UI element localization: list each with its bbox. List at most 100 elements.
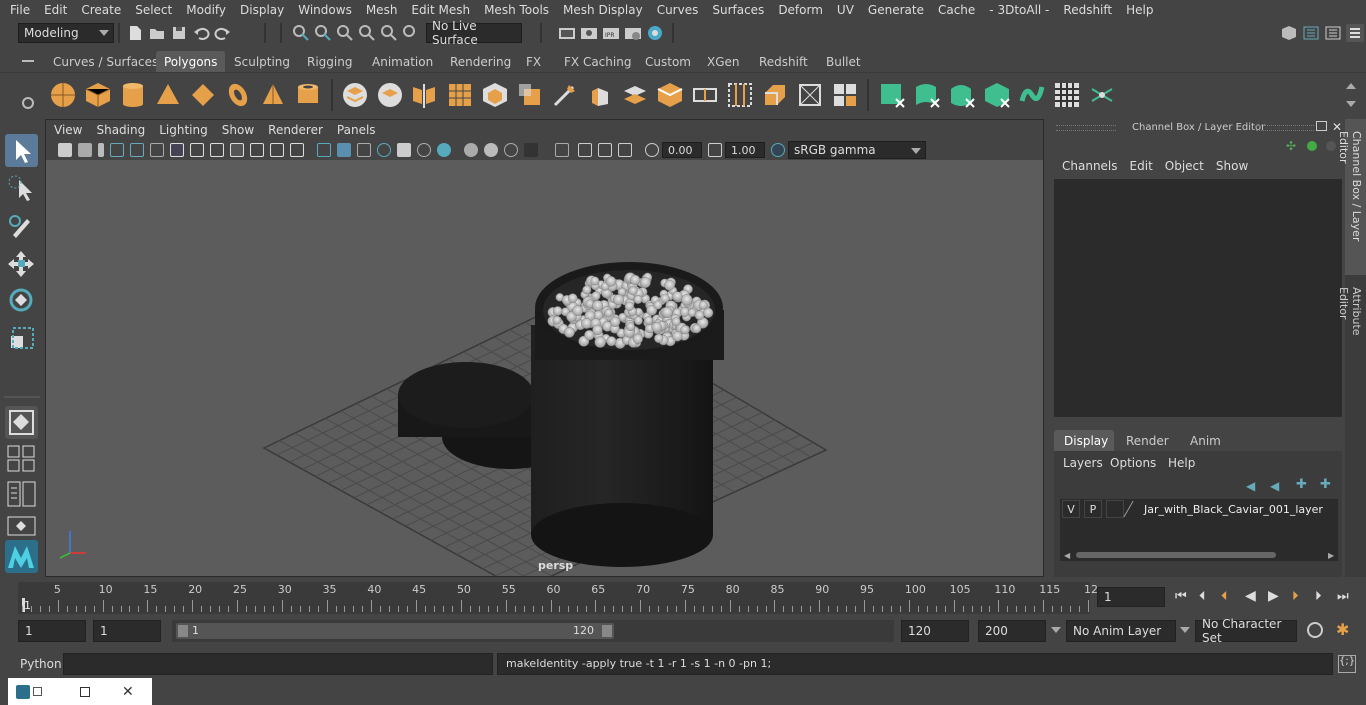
timeline-track[interactable]: 1 5 10 15 20 25 30 35 40 45 50 55 60 65 70 75 80 85 90 95 1… <box>18 582 1098 614</box>
poly-torus-icon[interactable] <box>224 81 252 109</box>
shelf-scroll-up-icon[interactable] <box>1346 83 1356 89</box>
maximize-window-icon[interactable] <box>80 686 90 697</box>
script-editor-icon[interactable]: {;} <box>1338 655 1356 673</box>
manipulator-icon[interactable]: ✣ <box>1286 139 1296 153</box>
layout-four-icon[interactable] <box>5 443 38 473</box>
channel-list[interactable] <box>1054 179 1342 417</box>
time-slider[interactable]: 1 5 10 15 20 25 30 35 40 45 50 55 60 65 70 75 80 85 90 95 1… <box>0 580 1366 616</box>
safe-title-icon[interactable] <box>290 143 304 157</box>
options-menu[interactable]: Options <box>1110 456 1156 470</box>
shelf-tab-xgen[interactable]: XGen <box>699 51 748 72</box>
bevel-icon[interactable] <box>656 81 684 109</box>
uv-editor-icon[interactable] <box>1053 81 1081 109</box>
scene-render[interactable]: persp <box>46 160 1043 591</box>
float-panel-icon[interactable] <box>1316 121 1327 131</box>
viewport-menu-shading[interactable]: Shading <box>89 123 152 137</box>
step-back-key-icon[interactable]: ⏴ <box>1199 589 1206 604</box>
new-layer-icon[interactable]: ✚ <box>1296 477 1307 492</box>
shadows-icon[interactable] <box>437 143 451 157</box>
xray-active-icon[interactable] <box>598 143 612 157</box>
target-weld-icon[interactable] <box>796 81 824 109</box>
poly-pipe-icon[interactable] <box>294 81 322 109</box>
render-frame-icon[interactable] <box>580 24 598 42</box>
side-tab-attribute-editor[interactable]: Attribute Editor <box>1337 279 1366 379</box>
select-tool-icon[interactable] <box>5 134 38 167</box>
uv-automatic-icon[interactable] <box>983 81 1011 109</box>
script-language-label[interactable]: Python <box>20 657 62 671</box>
new-scene-icon[interactable] <box>126 24 144 42</box>
layout-single-icon[interactable] <box>5 406 38 439</box>
menu-file[interactable]: File <box>0 3 37 17</box>
uv-spherical-icon[interactable] <box>948 81 976 109</box>
layout-outliner-icon[interactable] <box>5 480 38 508</box>
xray-joints-icon[interactable] <box>578 143 592 157</box>
multi-cut-icon[interactable] <box>551 81 579 109</box>
toggle-panels-icon[interactable] <box>1324 24 1342 42</box>
anim-layer-arrow-icon[interactable] <box>1180 627 1190 633</box>
step-back-frame-icon[interactable]: ⏴ <box>1221 589 1228 604</box>
start-time-field[interactable]: 1 <box>18 620 86 642</box>
isolate-select-icon[interactable] <box>555 143 569 157</box>
smooth-shade-icon[interactable] <box>337 143 351 157</box>
safe-action-icon[interactable] <box>270 143 284 157</box>
shelf-settings-icon[interactable] <box>22 97 34 109</box>
snap-point-icon[interactable] <box>402 24 420 42</box>
viewport-3d-scene[interactable]: persp <box>46 160 1043 591</box>
hyper-icon[interactable] <box>1326 141 1336 151</box>
menu-edit-mesh[interactable]: Edit Mesh <box>404 3 477 17</box>
menu-display[interactable]: Display <box>233 3 291 17</box>
ipr-render-icon[interactable]: IPR <box>602 24 620 42</box>
shelf-menu-icon[interactable] <box>22 60 34 62</box>
play-forward-icon[interactable]: ▶ <box>1268 588 1279 604</box>
help-menu[interactable]: Help <box>1168 456 1195 470</box>
poly-cube-icon[interactable] <box>84 81 112 109</box>
gamma-field[interactable]: 1.00 <box>725 142 765 158</box>
step-forward-frame-icon[interactable]: ⏵ <box>1292 589 1299 604</box>
playback-start-field[interactable]: 1 <box>93 620 161 642</box>
menu-select[interactable]: Select <box>128 3 179 17</box>
uv-planar-icon[interactable] <box>878 81 906 109</box>
poly-sphere-icon[interactable] <box>49 81 77 109</box>
remesh-icon[interactable] <box>516 81 544 109</box>
shelf-tab-custom[interactable]: Custom <box>637 51 699 72</box>
shelf-tab-bullet[interactable]: Bullet <box>818 51 869 72</box>
object-menu[interactable]: Object <box>1159 157 1210 175</box>
viewport-menu-renderer[interactable]: Renderer <box>261 123 330 137</box>
show-menu[interactable]: Show <box>1210 157 1254 175</box>
resolution-gate-icon[interactable] <box>210 143 224 157</box>
side-tab-channel-box[interactable]: Channel Box / Layer Editor <box>1337 119 1366 275</box>
menu-redshift[interactable]: Redshift <box>1056 3 1119 17</box>
grease-pencil-icon[interactable] <box>150 143 164 157</box>
color-management-icon[interactable] <box>771 143 785 157</box>
rotate-tool-icon[interactable] <box>5 284 38 317</box>
menu-windows[interactable]: Windows <box>291 3 359 17</box>
shelf-tab-fx[interactable]: FX <box>518 51 549 72</box>
auto-key-icon[interactable] <box>1307 622 1323 638</box>
layer-type-toggle[interactable] <box>1106 500 1124 518</box>
viewport-menu-panels[interactable]: Panels <box>330 123 383 137</box>
current-frame-field[interactable]: 1 <box>1097 587 1165 607</box>
menu-3dtoall[interactable]: - 3DtoAll - <box>982 3 1056 17</box>
film-gate-icon[interactable] <box>190 143 204 157</box>
shelf-tab-polygons[interactable]: Polygons <box>156 51 226 72</box>
anim-prefs-icon[interactable]: ✱ <box>1336 620 1349 639</box>
go-to-start-icon[interactable]: ⏮ <box>1175 589 1187 604</box>
bridge-icon[interactable] <box>621 81 649 109</box>
wireframe-on-shaded-icon[interactable] <box>377 143 391 157</box>
layer-name[interactable]: Jar_with_Black_Caviar_001_layer <box>1144 503 1323 516</box>
layer-visibility-toggle[interactable]: V <box>1062 500 1080 518</box>
channels-menu[interactable]: Channels <box>1056 157 1124 175</box>
reduce-icon[interactable] <box>481 81 509 109</box>
play-backward-icon[interactable]: ◀ <box>1245 588 1256 604</box>
scale-tool-icon[interactable] <box>5 322 38 355</box>
camera-attributes-icon[interactable] <box>78 143 92 157</box>
image-plane-icon[interactable] <box>110 143 124 157</box>
snap-curve-icon[interactable] <box>380 24 398 42</box>
menu-surfaces[interactable]: Surfaces <box>705 3 771 17</box>
playback-end-field[interactable]: 120 <box>901 620 969 642</box>
menu-create[interactable]: Create <box>74 3 128 17</box>
poly-cone-icon[interactable] <box>154 81 182 109</box>
separate-icon[interactable] <box>376 81 404 109</box>
tab-display[interactable]: Display <box>1054 430 1114 451</box>
select-object-icon[interactable] <box>314 24 332 42</box>
